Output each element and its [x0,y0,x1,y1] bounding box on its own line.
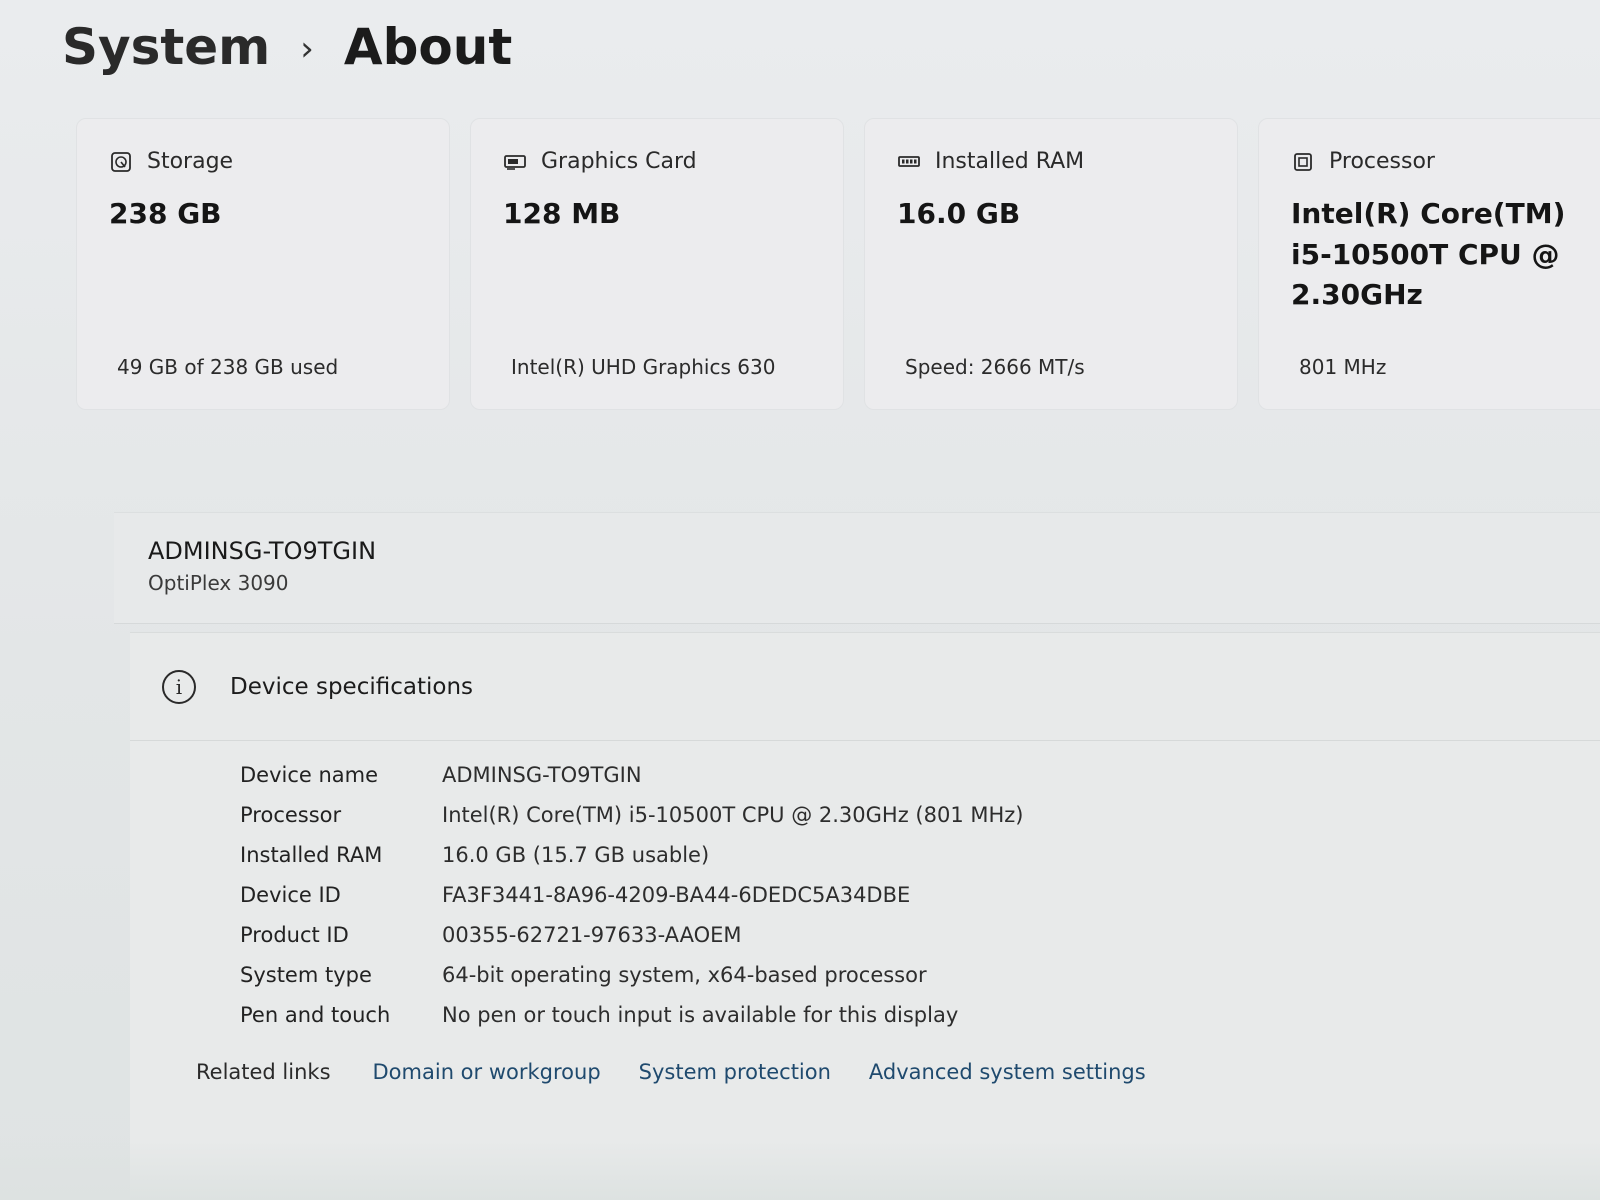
graphics-card-title: Graphics Card [541,149,697,174]
device-specifications-panel: i Device specifications Device name ADMI… [130,632,1600,1200]
installed-ram-value: 16.0 GB [897,197,1021,230]
processor-card-title: Processor [1329,149,1435,174]
spec-label: Product ID [240,923,349,947]
spec-value: 64-bit operating system, x64-based proce… [442,963,927,987]
spec-value: FA3F3441-8A96-4209-BA44-6DEDC5A34DBE [442,883,911,907]
processor-icon [1294,152,1312,171]
installed-ram-detail: Speed: 2666 MT/s [905,355,1085,379]
graphics-card-detail: Intel(R) UHD Graphics 630 [511,355,776,379]
storage-card-value: 238 GB [109,197,222,230]
installed-ram-card[interactable]: Installed RAM 16.0 GB Speed: 2666 MT/s [864,118,1238,410]
storage-icon [111,151,131,172]
installed-ram-header: Installed RAM [897,149,1207,174]
info-icon: i [162,669,196,704]
related-links: Related links Domain or workgroup System… [196,1060,1146,1084]
spec-label: Device ID [240,883,341,907]
spec-label: System type [240,963,372,987]
processor-card-detail: 801 MHz [1299,355,1387,379]
device-name-title: ADMINSG-TO9TGIN [148,537,377,565]
installed-ram-title: Installed RAM [935,149,1085,174]
spec-value: Intel(R) Core(TM) i5-10500T CPU @ 2.30GH… [442,803,1024,827]
device-name-panel[interactable]: ADMINSG-TO9TGIN OptiPlex 3090 [114,512,1600,624]
spec-value: ADMINSG-TO9TGIN [442,763,642,787]
spec-value: 16.0 GB (15.7 GB usable) [442,843,710,867]
bottom-fade [0,1140,1600,1200]
processor-card[interactable]: Processor Intel(R) Core(TM) i5-10500T CP… [1258,118,1600,410]
storage-card-title: Storage [147,149,234,174]
summary-cards: Storage 238 GB 49 GB of 238 GB used Grap… [76,118,1600,410]
related-links-label: Related links [196,1060,331,1084]
breadcrumb-chevron-icon: › [300,29,314,69]
spec-label: Device name [240,763,379,787]
settings-about-page: System › About Storage 238 GB 49 GB of 2… [0,0,1600,1200]
storage-card-header: Storage [109,149,419,174]
advanced-system-settings-link[interactable]: Advanced system settings [869,1060,1146,1084]
spec-row-device-name: Device name ADMINSG-TO9TGIN [240,755,1600,795]
storage-card[interactable]: Storage 238 GB 49 GB of 238 GB used [76,118,450,410]
spec-label: Pen and touch [240,1003,391,1027]
spec-row-product-id: Product ID 00355-62721-97633-AAOEM [240,915,1600,955]
spec-row-system-type: System type 64-bit operating system, x64… [240,955,1600,995]
spec-row-processor: Processor Intel(R) Core(TM) i5-10500T CP… [240,795,1600,835]
ram-icon [898,155,920,167]
spec-row-pen-and-touch: Pen and touch No pen or touch input is a… [240,995,1600,1035]
graphics-card-icon [504,154,526,170]
processor-card-header: Processor [1291,149,1600,174]
storage-card-detail: 49 GB of 238 GB used [117,355,339,379]
spec-label: Processor [240,803,342,827]
domain-or-workgroup-link[interactable]: Domain or workgroup [373,1060,601,1084]
breadcrumb: System › About [62,18,512,76]
spec-row-installed-ram: Installed RAM 16.0 GB (15.7 GB usable) [240,835,1600,875]
spec-row-device-id: Device ID FA3F3441-8A96-4209-BA44-6DEDC5… [240,875,1600,915]
specifications-table: Device name ADMINSG-TO9TGIN Processor In… [240,755,1600,1035]
graphics-card-value: 128 MB [503,197,621,230]
page-title: About [343,18,513,76]
spec-label: Installed RAM [240,843,383,867]
graphics-card-card[interactable]: Graphics Card 128 MB Intel(R) UHD Graphi… [470,118,844,410]
breadcrumb-system[interactable]: System [62,18,270,76]
system-protection-link[interactable]: System protection [639,1060,831,1084]
processor-card-value: Intel(R) Core(TM) i5-10500T CPU @ 2.30GH… [1291,197,1566,312]
device-specifications-title: Device specifications [230,673,474,700]
device-specifications-header[interactable]: i Device specifications [130,633,1600,741]
device-model: OptiPlex 3090 [148,571,289,595]
spec-value: No pen or touch input is available for t… [442,1003,959,1027]
spec-value: 00355-62721-97633-AAOEM [442,923,742,947]
graphics-card-header: Graphics Card [503,149,813,174]
